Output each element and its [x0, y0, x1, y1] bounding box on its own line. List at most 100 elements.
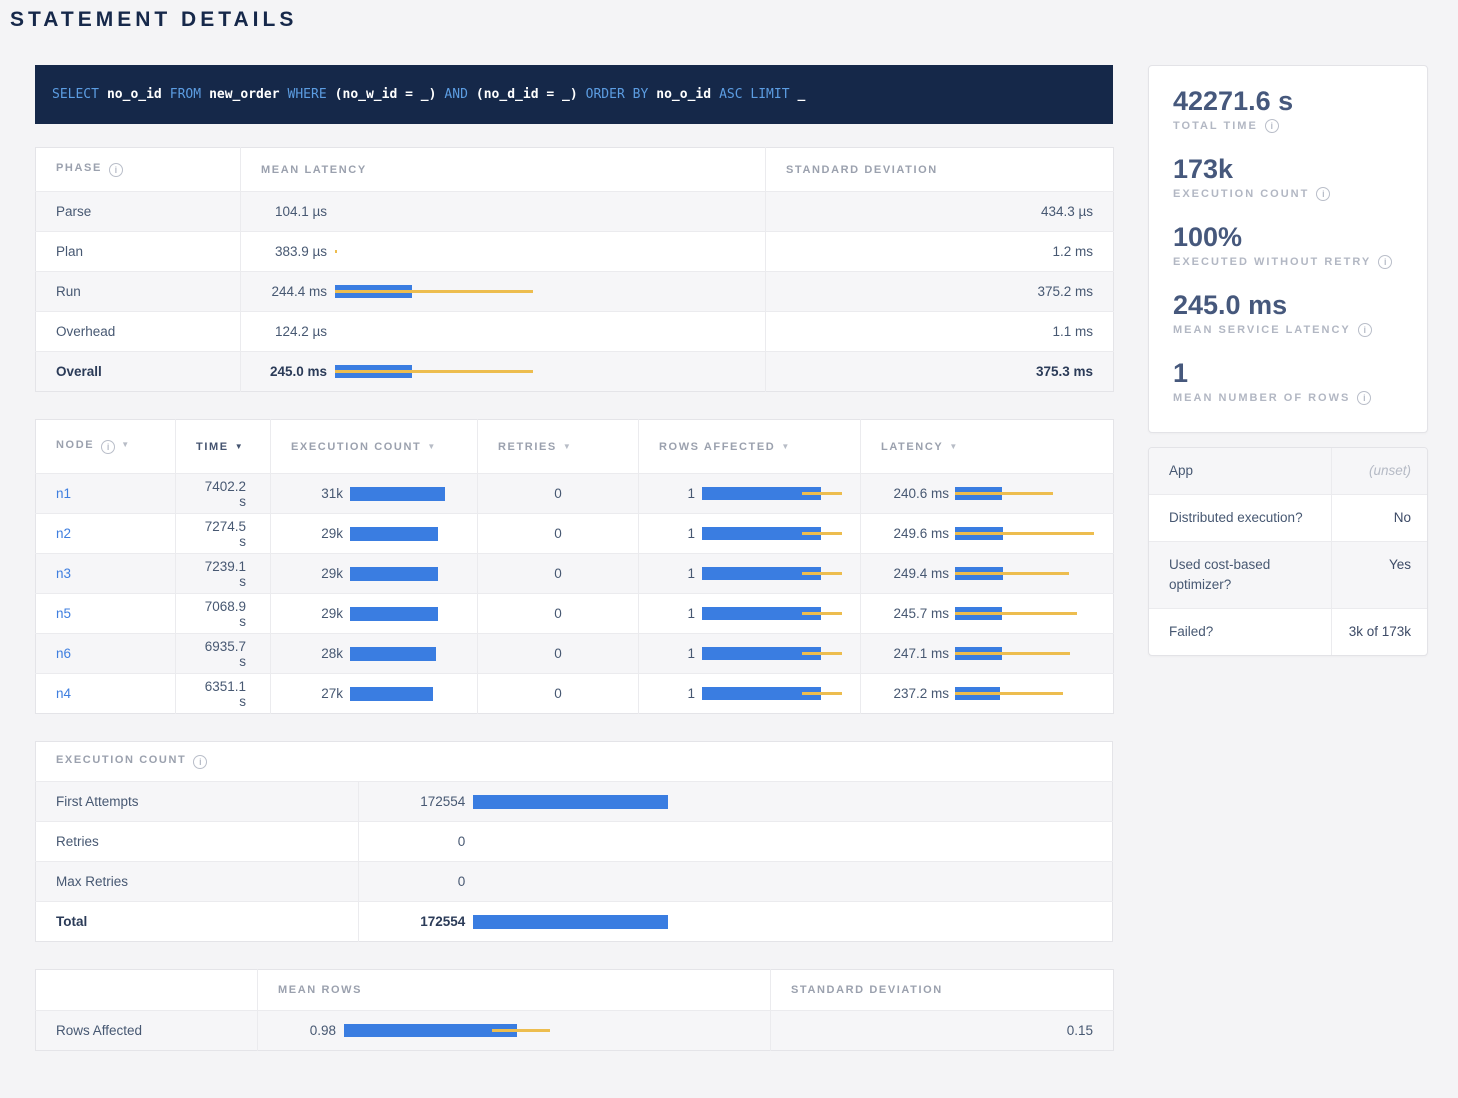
rows-affected-value: 1 [659, 486, 695, 501]
execution-count-value: 27k [291, 686, 343, 701]
mean-latency-cell: 244.4 ms [241, 272, 766, 312]
execution-count-value: 31k [291, 486, 343, 501]
node-cell: n4 [36, 674, 176, 714]
node-link[interactable]: n2 [56, 526, 71, 541]
std-dev-value: 375.3 ms [766, 352, 1114, 392]
phase-table: PHASEi MEAN LATENCY STANDARD DEVIATION P… [35, 147, 1114, 392]
time-value: 7239.1 s [176, 554, 271, 594]
execution-count-row-label: Total [36, 902, 359, 942]
latency-stddev-whisker [955, 692, 1063, 695]
retries-value: 0 [478, 674, 639, 714]
execution-count-value: 29k [291, 606, 343, 621]
detail-row-label: Used cost-based optimizer? [1149, 542, 1331, 608]
mean-latency-cell: 245.0 ms [241, 352, 766, 392]
execution-count-row-cell: 172554 [359, 902, 1113, 942]
info-icon[interactable]: i [101, 440, 115, 454]
retries-value: 0 [478, 554, 639, 594]
latency-bar [955, 607, 1111, 620]
node-link[interactable]: n4 [56, 686, 71, 701]
mean-rows-bar-fill [344, 1024, 517, 1037]
latency-bar-stddev-whisker [335, 290, 533, 293]
time-value: 7068.9 s [176, 594, 271, 634]
sort-desc-icon: ▼ [121, 440, 129, 449]
summary-stat-value: 1 [1173, 358, 1403, 388]
main-content: SELECT no_o_id FROM new_order WHERE (no_… [35, 65, 1113, 1078]
execution-count-title: EXECUTION COUNTi [36, 742, 1113, 782]
column-header-node[interactable]: NODE i ▼ [36, 420, 176, 474]
page-title: STATEMENT DETAILS [10, 8, 1428, 32]
info-icon[interactable]: i [1378, 255, 1392, 269]
info-icon[interactable]: i [109, 163, 123, 177]
summary-stat-label: TOTAL TIME i [1173, 119, 1403, 133]
column-header-node-label: NODE [56, 439, 94, 451]
summary-stat: 100% EXECUTED WITHOUT RETRY i [1173, 222, 1403, 269]
column-header-time-label: TIME [196, 441, 229, 453]
sql-token: AND [444, 86, 467, 104]
latency-bar [955, 567, 1111, 580]
rows-affected-value: 1 [659, 686, 695, 701]
rows-affected-cell: 1 [639, 674, 861, 714]
column-header-execution-count-label: EXECUTION COUNT [291, 441, 421, 453]
node-cell: n5 [36, 594, 176, 634]
info-icon[interactable]: i [1316, 187, 1330, 201]
summary-stat: 173k EXECUTION COUNT i [1173, 154, 1403, 201]
sql-token: ORDER BY [586, 86, 649, 104]
sql-token: WHERE [288, 86, 327, 104]
info-icon[interactable]: i [1358, 323, 1372, 337]
rows-affected-bar [702, 607, 859, 620]
summary-stat-label-text: MEAN NUMBER OF ROWS [1173, 392, 1350, 404]
detail-row: Failed? 3k of 173k [1149, 608, 1427, 655]
time-value: 7402.2 s [176, 474, 271, 514]
sql-token: new_order [209, 86, 279, 104]
execution-count-cell: 28k [271, 634, 478, 674]
summary-stat-label-text: TOTAL TIME [1173, 120, 1258, 132]
latency-cell: 249.4 ms [861, 554, 1114, 594]
column-header-mean-rows: MEAN ROWS [258, 970, 771, 1011]
node-stats-table: NODEi▼ TIME▼ EXECUTION COUNT▼ RETRIES▼ R [35, 419, 1114, 714]
column-header-time[interactable]: TIME▼ [176, 420, 271, 474]
rows-affected-value: 1 [659, 646, 695, 661]
column-header-rows-affected[interactable]: ROWS AFFECTED▼ [639, 420, 861, 474]
info-icon[interactable]: i [1357, 391, 1371, 405]
latency-cell: 240.6 ms [861, 474, 1114, 514]
summary-stat-label: EXECUTION COUNT i [1173, 187, 1403, 201]
summary-card: 42271.6 s TOTAL TIME i 173k EXECUTION CO… [1148, 65, 1428, 433]
info-icon[interactable]: i [193, 755, 207, 769]
column-header-mean-latency[interactable]: MEAN LATENCY [241, 148, 766, 192]
phase-table-row: Overall 245.0 ms 375.3 ms [36, 352, 1114, 392]
execution-count-row-label: Max Retries [36, 862, 359, 902]
column-header-standard-deviation[interactable]: STANDARD DEVIATION [766, 148, 1114, 192]
node-link[interactable]: n5 [56, 606, 71, 621]
latency-value: 245.7 ms [881, 606, 949, 621]
rows-affected-table: MEAN ROWS STANDARD DEVIATION Rows Affect… [35, 969, 1114, 1051]
sql-token: no_o_id [656, 86, 711, 104]
column-header-mean-rows-label: MEAN ROWS [278, 984, 362, 996]
execution-count-row-cell: 0 [359, 822, 1113, 862]
latency-bar [335, 325, 765, 338]
column-header-retries[interactable]: RETRIES▼ [478, 420, 639, 474]
retries-value: 0 [478, 594, 639, 634]
execution-count-cell: 29k [271, 514, 478, 554]
column-header-phase[interactable]: PHASEi [36, 148, 241, 192]
info-icon[interactable]: i [1265, 119, 1279, 133]
rows-affected-value: 1 [659, 566, 695, 581]
column-header-latency[interactable]: LATENCY▼ [861, 420, 1114, 474]
execution-count-row: First Attempts 172554 [36, 782, 1113, 822]
summary-stat-label: MEAN NUMBER OF ROWS i [1173, 391, 1403, 405]
latency-bar [335, 245, 765, 258]
column-header-execution-count[interactable]: EXECUTION COUNT ▼ [271, 420, 478, 474]
summary-stat: 42271.6 s TOTAL TIME i [1173, 86, 1403, 133]
latency-stddev-whisker [955, 532, 1094, 535]
node-link[interactable]: n6 [56, 646, 71, 661]
latency-value: 247.1 ms [881, 646, 949, 661]
latency-value: 249.4 ms [881, 566, 949, 581]
node-link[interactable]: n1 [56, 486, 71, 501]
execution-count-row-value: 0 [379, 834, 465, 849]
sort-desc-icon: ▼ [427, 442, 435, 451]
column-header-latency-label: LATENCY [881, 441, 943, 453]
mean-latency-cell: 104.1 µs [241, 192, 766, 232]
execution-count-value: 29k [291, 566, 343, 581]
detail-row-label: Failed? [1149, 609, 1331, 655]
node-link[interactable]: n3 [56, 566, 71, 581]
rows-affected-value: 1 [659, 526, 695, 541]
